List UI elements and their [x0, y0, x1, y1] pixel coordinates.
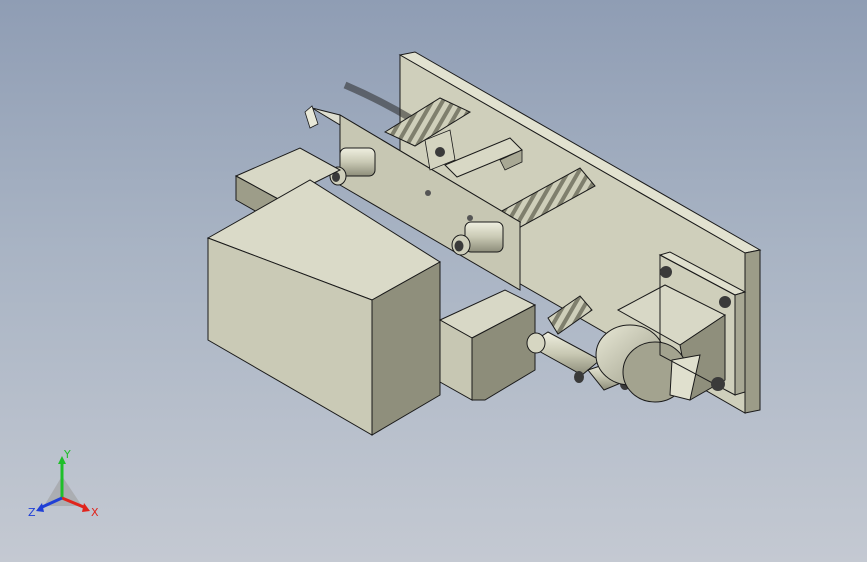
flange-bolt	[660, 266, 672, 278]
x-axis-label: X	[91, 506, 99, 519]
z-axis-label: Z	[28, 506, 36, 519]
mounting-hole	[425, 190, 431, 196]
cad-viewport[interactable]: Y X Z	[0, 0, 867, 562]
flange-bolt	[711, 377, 725, 391]
front-coupler-block[interactable]	[438, 289, 537, 401]
coordinate-triad[interactable]: Y X Z	[28, 448, 104, 524]
3d-model-assembly[interactable]	[0, 0, 867, 562]
mounting-hole	[467, 215, 473, 221]
flange-bolt	[719, 296, 731, 308]
y-axis-label: Y	[63, 448, 71, 461]
